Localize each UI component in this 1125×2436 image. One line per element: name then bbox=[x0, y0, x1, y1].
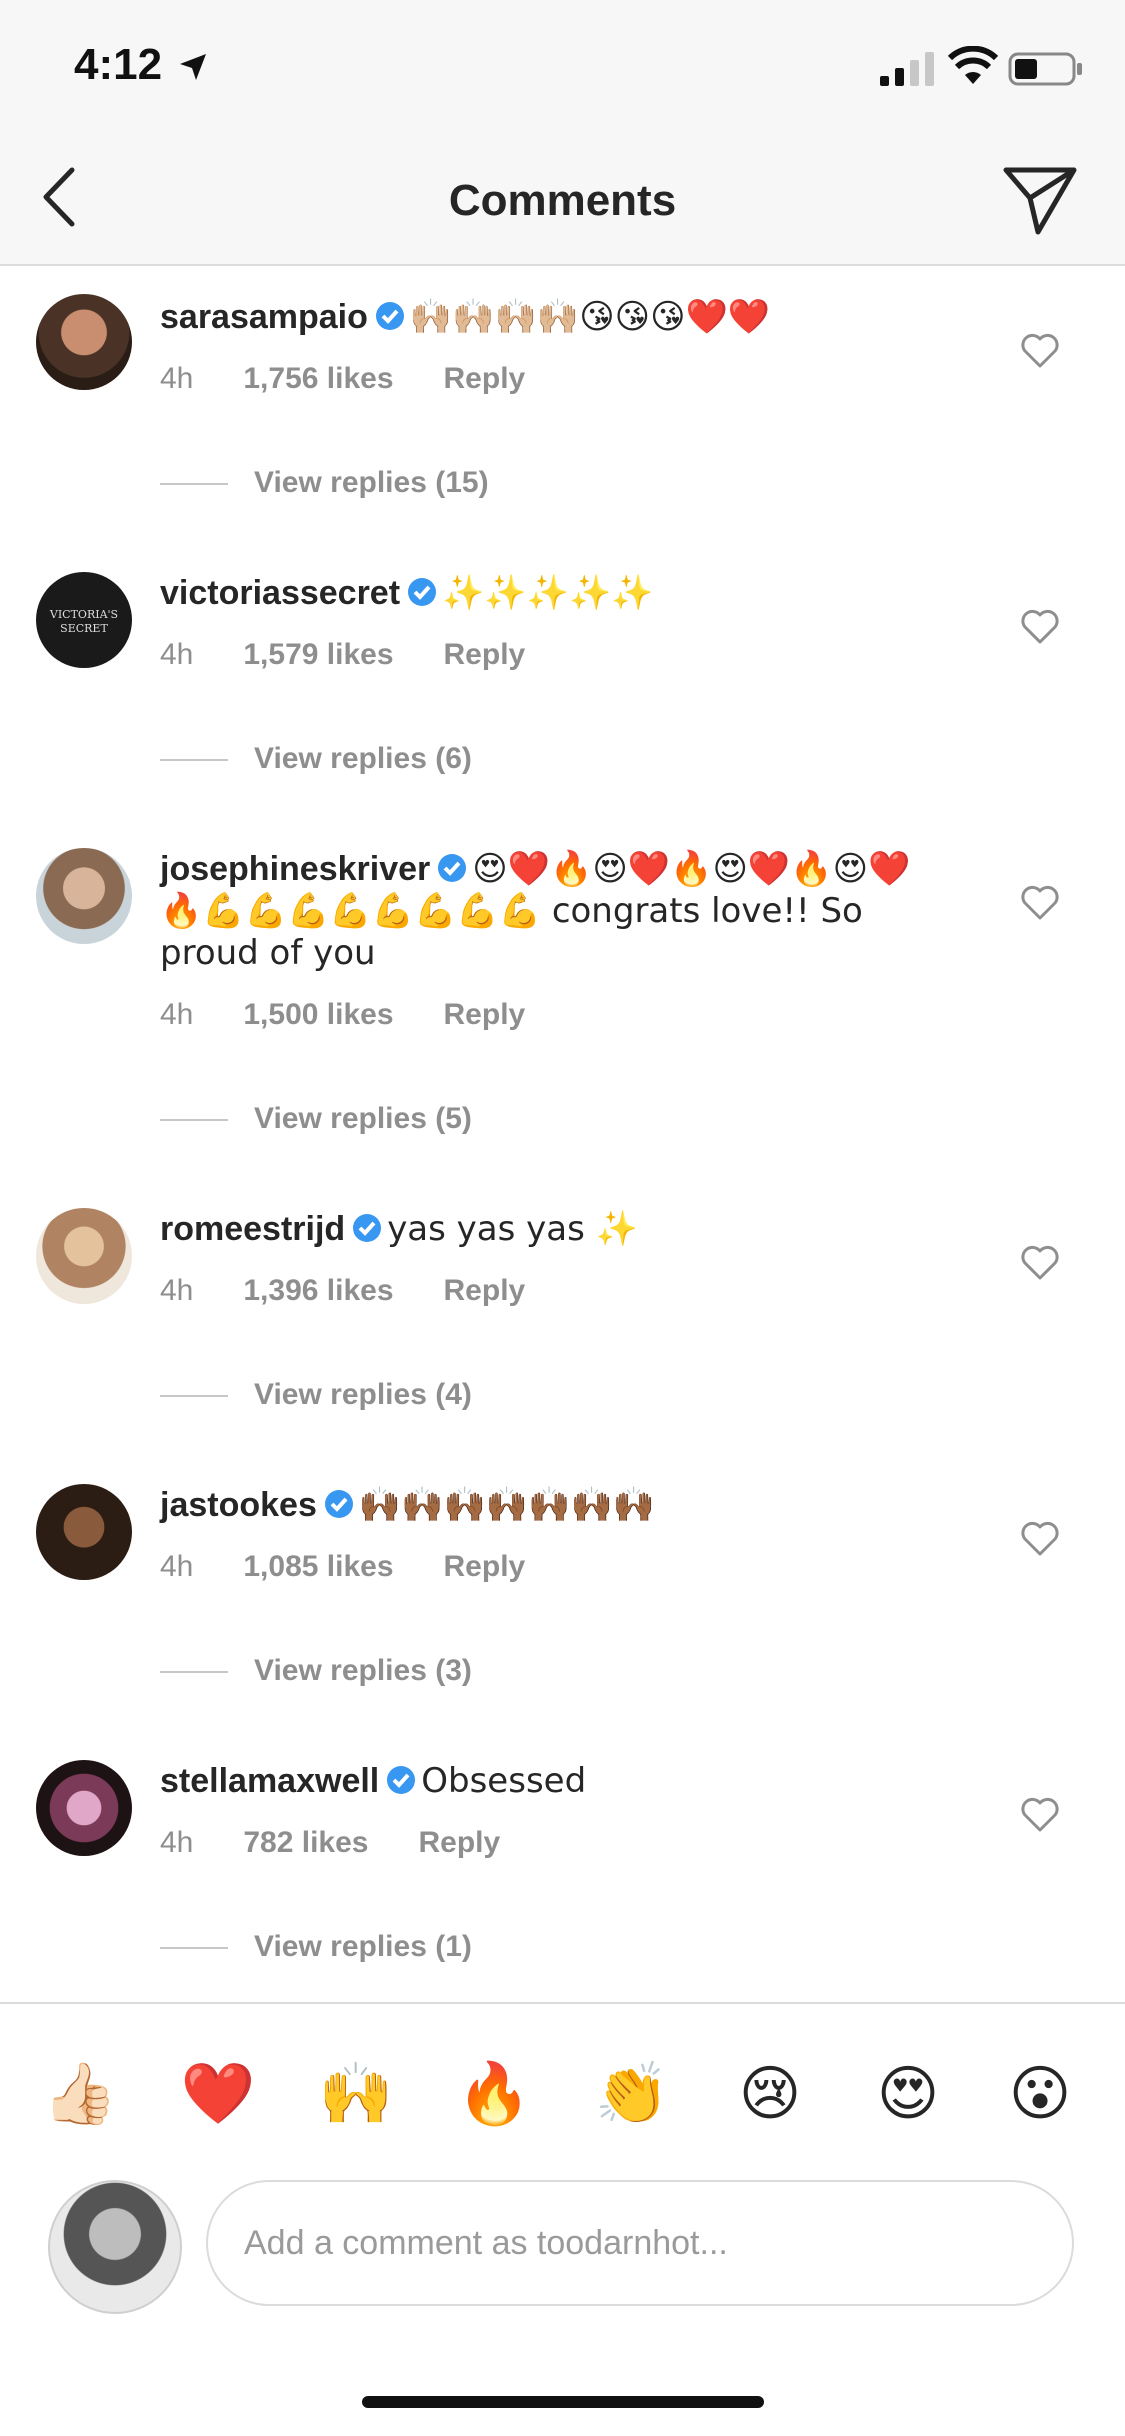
emoji-raised-hands-button[interactable]: 🙌 bbox=[316, 2054, 396, 2134]
view-replies-link[interactable]: View replies (5) bbox=[160, 1102, 472, 1136]
comment-meta: 4h 1,085 likes Reply bbox=[160, 1550, 575, 1584]
verified-badge-icon bbox=[375, 302, 404, 330]
comment-age: 4h bbox=[160, 638, 194, 671]
view-replies-link[interactable]: View replies (3) bbox=[160, 1654, 472, 1688]
verified-badge-icon bbox=[324, 1490, 353, 1518]
emoji-fire-button[interactable]: 🔥 bbox=[454, 2054, 534, 2134]
replies-divider bbox=[160, 483, 228, 486]
replies-divider bbox=[160, 1119, 228, 1122]
reply-button[interactable]: Reply bbox=[444, 998, 526, 1031]
comment-text: yas yas yas ✨ bbox=[387, 1209, 638, 1249]
comment-composer bbox=[0, 2172, 1125, 2322]
comment-meta: 4h 1,500 likes Reply bbox=[160, 998, 575, 1032]
comment-username[interactable]: sarasampaio bbox=[160, 298, 368, 336]
comment-username[interactable]: romeestrijd bbox=[160, 1210, 345, 1248]
heart-outline-icon[interactable] bbox=[1020, 1244, 1060, 1280]
avatar[interactable] bbox=[36, 1484, 132, 1580]
comment-username[interactable]: victoriassecret bbox=[160, 574, 400, 612]
quick-emoji-bar: 👍🏻 ❤️ 🙌 🔥 👏 😢 😍 😮 bbox=[0, 2002, 1125, 2174]
battery-icon bbox=[1008, 52, 1082, 86]
verified-badge-icon bbox=[387, 1766, 416, 1794]
avatar[interactable] bbox=[36, 848, 132, 944]
verified-badge-icon bbox=[438, 854, 467, 882]
avatar[interactable] bbox=[36, 294, 132, 390]
comment-likes[interactable]: 1,500 likes bbox=[243, 998, 393, 1031]
view-replies-link[interactable]: View replies (15) bbox=[160, 466, 489, 500]
comment-likes[interactable]: 1,396 likes bbox=[243, 1274, 393, 1307]
comment-age: 4h bbox=[160, 998, 194, 1031]
view-replies-label: View replies (6) bbox=[254, 742, 472, 775]
home-indicator[interactable] bbox=[362, 2396, 764, 2408]
view-replies-label: View replies (15) bbox=[254, 466, 489, 499]
svg-text:SECRET: SECRET bbox=[60, 622, 108, 635]
comment-likes[interactable]: 1,085 likes bbox=[243, 1550, 393, 1583]
location-arrow-icon bbox=[180, 54, 206, 80]
comment-username[interactable]: stellamaxwell bbox=[160, 1762, 379, 1800]
heart-outline-icon[interactable] bbox=[1020, 332, 1060, 368]
send-paper-plane-icon[interactable] bbox=[1000, 162, 1080, 238]
comment-text: 🙌🏾🙌🏾🙌🏾🙌🏾🙌🏾🙌🏾🙌🏾 bbox=[358, 1485, 656, 1525]
heart-outline-icon[interactable] bbox=[1020, 884, 1060, 920]
comment-likes[interactable]: 782 likes bbox=[243, 1826, 368, 1859]
replies-divider bbox=[160, 759, 228, 762]
reply-button[interactable]: Reply bbox=[444, 638, 526, 671]
replies-divider bbox=[160, 1395, 228, 1398]
comment-meta: 4h 782 likes Reply bbox=[160, 1826, 550, 1860]
emoji-clap-button[interactable]: 👏 bbox=[592, 2054, 672, 2134]
emoji-heart-eyes-button[interactable]: 😍 bbox=[868, 2054, 948, 2134]
current-user-avatar bbox=[48, 2180, 182, 2314]
emoji-surprised-button[interactable]: 😮 bbox=[1000, 2054, 1080, 2134]
comment-text: ✨✨✨✨✨ bbox=[442, 573, 654, 613]
heart-outline-icon[interactable] bbox=[1020, 608, 1060, 644]
reply-button[interactable]: Reply bbox=[444, 362, 526, 395]
comment-input[interactable] bbox=[206, 2180, 1074, 2306]
emoji-heart-button[interactable]: ❤️ bbox=[178, 2054, 258, 2134]
comment-username[interactable]: josephineskriver bbox=[160, 850, 430, 888]
comment-text: 🙌🏼🙌🏼🙌🏼🙌🏼😘😘😘❤️❤️ bbox=[409, 297, 771, 337]
comment-likes[interactable]: 1,579 likes bbox=[243, 638, 393, 671]
avatar[interactable] bbox=[36, 1760, 132, 1856]
status-time: 4:12 bbox=[74, 40, 163, 89]
replies-divider bbox=[160, 1947, 228, 1950]
view-replies-link[interactable]: View replies (1) bbox=[160, 1930, 472, 1964]
avatar[interactable] bbox=[36, 1208, 132, 1304]
cellular-signal-icon bbox=[880, 52, 934, 86]
reply-button[interactable]: Reply bbox=[419, 1826, 501, 1859]
comment-meta: 4h 1,756 likes Reply bbox=[160, 362, 575, 396]
comment-meta: 4h 1,396 likes Reply bbox=[160, 1274, 575, 1308]
svg-text:VICTORIA'S: VICTORIA'S bbox=[49, 608, 118, 621]
emoji-thumbs-up-button[interactable]: 👍🏻 bbox=[40, 2054, 120, 2134]
view-replies-label: View replies (5) bbox=[254, 1102, 472, 1135]
view-replies-label: View replies (4) bbox=[254, 1378, 472, 1411]
avatar[interactable]: VICTORIA'S SECRET bbox=[36, 572, 132, 668]
comment-meta: 4h 1,579 likes Reply bbox=[160, 638, 575, 672]
wifi-icon bbox=[948, 46, 998, 84]
nav-bar: Comments bbox=[0, 140, 1125, 266]
view-replies-link[interactable]: View replies (4) bbox=[160, 1378, 472, 1412]
victorias-secret-logo: VICTORIA'SSECRET bbox=[49, 608, 118, 635]
comment-age: 4h bbox=[160, 1274, 194, 1307]
status-bar: 4:12 bbox=[0, 0, 1125, 140]
reply-button[interactable]: Reply bbox=[444, 1274, 526, 1307]
comment-likes[interactable]: 1,756 likes bbox=[243, 362, 393, 395]
page-title: Comments bbox=[448, 176, 677, 225]
heart-outline-icon[interactable] bbox=[1020, 1520, 1060, 1556]
comment-username[interactable]: jastookes bbox=[160, 1486, 317, 1524]
emoji-crying-button[interactable]: 😢 bbox=[730, 2054, 810, 2134]
heart-outline-icon[interactable] bbox=[1020, 1796, 1060, 1832]
verified-badge-icon bbox=[408, 578, 437, 606]
replies-divider bbox=[160, 1671, 228, 1674]
comment-text: Obsessed bbox=[421, 1761, 587, 1801]
comment-age: 4h bbox=[160, 1826, 194, 1859]
view-replies-label: View replies (1) bbox=[254, 1930, 472, 1963]
comment-age: 4h bbox=[160, 362, 194, 395]
view-replies-link[interactable]: View replies (6) bbox=[160, 742, 472, 776]
reply-button[interactable]: Reply bbox=[444, 1550, 526, 1583]
comment-age: 4h bbox=[160, 1550, 194, 1583]
view-replies-label: View replies (3) bbox=[254, 1654, 472, 1687]
verified-badge-icon bbox=[353, 1214, 382, 1242]
